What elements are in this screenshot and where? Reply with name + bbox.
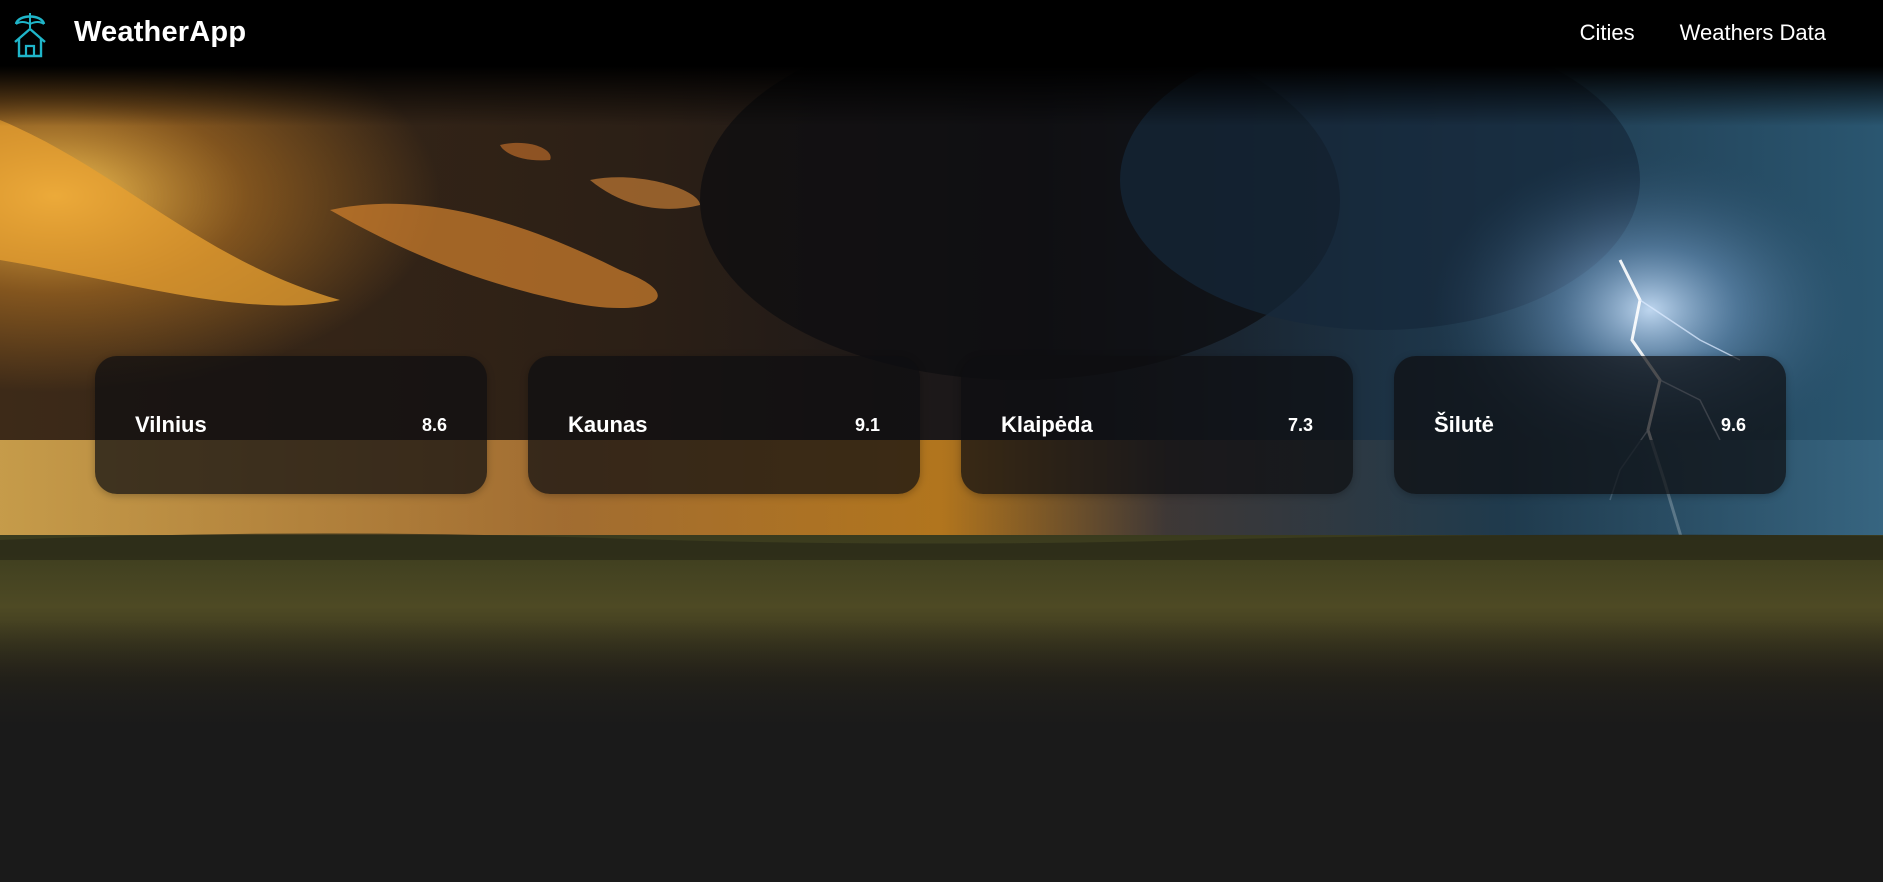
city-name: Vilnius — [135, 412, 207, 437]
brand-link[interactable]: WeatherApp — [74, 16, 246, 49]
city-card-kaunas[interactable]: Kaunas 9.1 — [528, 356, 920, 494]
page: WeatherApp Cities Weathers Data Vilnius … — [0, 0, 1883, 882]
nav-weathers-data-link[interactable]: Weathers Data — [1680, 20, 1826, 46]
navbar: WeatherApp Cities Weathers Data — [0, 0, 1883, 66]
city-name: Šilutė — [1434, 412, 1494, 437]
city-temperature: 9.6 — [1720, 414, 1746, 435]
city-temperature: 7.3 — [1287, 414, 1313, 435]
umbrella-house-icon[interactable] — [12, 8, 48, 58]
city-temperature: 9.1 — [854, 414, 880, 435]
nav-cities-link[interactable]: Cities — [1580, 20, 1635, 46]
city-card-vilnius[interactable]: Vilnius 8.6 — [95, 356, 487, 494]
city-cards: Vilnius 8.6 Kaunas 9.1 Klaipėda 7.3 Šilu… — [95, 356, 1786, 494]
city-card-silute[interactable]: Šilutė 9.6 — [1394, 356, 1786, 494]
nav-links: Cities Weathers Data — [1580, 20, 1826, 46]
city-temperature: 8.6 — [421, 414, 447, 435]
city-name: Kaunas — [568, 412, 648, 437]
city-card-klaipeda[interactable]: Klaipėda 7.3 — [961, 356, 1353, 494]
city-name: Klaipėda — [1001, 412, 1093, 437]
